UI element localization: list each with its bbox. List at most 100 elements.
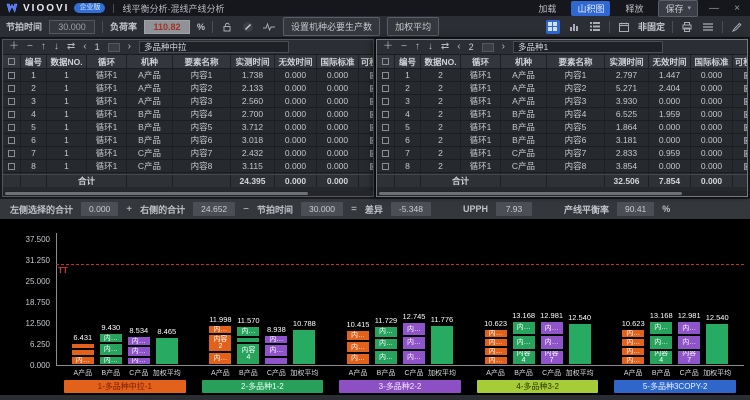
- next-page-icon[interactable]: ›: [128, 42, 131, 52]
- table-row[interactable]: 22循环1A产品内容25.2712.4040.000✓有: [377, 82, 747, 95]
- swap-icon[interactable]: ⇄: [441, 42, 449, 52]
- row-checkbox[interactable]: [3, 108, 21, 120]
- row-checkbox[interactable]: [377, 82, 395, 94]
- col-header[interactable]: 编号: [21, 55, 47, 68]
- col-header[interactable]: 要素名称: [547, 55, 605, 68]
- movable-checkbox[interactable]: ✓: [359, 95, 373, 107]
- col-header[interactable]: 国际标准: [691, 55, 733, 68]
- move-down-icon[interactable]: ↓: [428, 42, 433, 52]
- printer-icon[interactable]: [680, 20, 694, 34]
- movable-checkbox[interactable]: ✓: [733, 121, 747, 133]
- horizontal-scrollbar[interactable]: [3, 191, 373, 196]
- dataset-name-input[interactable]: [139, 41, 289, 53]
- load-button[interactable]: 加载: [532, 1, 562, 16]
- row-checkbox[interactable]: [377, 147, 395, 159]
- brush-icon[interactable]: [730, 20, 744, 34]
- row-checkbox[interactable]: [3, 121, 21, 133]
- prev-page-icon[interactable]: ‹: [457, 42, 460, 52]
- page-box[interactable]: [108, 43, 120, 52]
- col-header[interactable]: 机种: [501, 55, 547, 68]
- weighted-average-button[interactable]: 加权平均: [387, 17, 439, 36]
- remove-row-icon[interactable]: −: [27, 42, 33, 52]
- set-required-production-button[interactable]: 设置机种必要生产数: [283, 17, 380, 36]
- row-checkbox[interactable]: [3, 160, 21, 172]
- view-grid-icon[interactable]: [546, 20, 560, 34]
- move-up-icon[interactable]: ↑: [41, 42, 46, 52]
- col-header[interactable]: 实测时间: [231, 55, 275, 68]
- movable-checkbox[interactable]: ✓: [359, 82, 373, 94]
- fixed-mode-label[interactable]: 非固定: [638, 20, 665, 33]
- edit-pen-icon[interactable]: [241, 20, 255, 34]
- movable-checkbox[interactable]: ✓: [733, 69, 747, 81]
- col-header[interactable]: 编号: [395, 55, 421, 68]
- col-header[interactable]: 无效时间: [275, 55, 317, 68]
- col-header[interactable]: 循环: [461, 55, 501, 68]
- table-row[interactable]: 12循环1A产品内容12.7971.4470.000✓有: [377, 69, 747, 82]
- table-row[interactable]: 41循环1B产品内容42.7000.0000.000✓有: [3, 108, 373, 121]
- row-checkbox[interactable]: [377, 134, 395, 146]
- movable-checkbox[interactable]: ✓: [733, 134, 747, 146]
- col-header[interactable]: 数据NO.: [421, 55, 461, 68]
- minimize-button[interactable]: —: [707, 3, 721, 14]
- col-header[interactable]: 数据NO.: [47, 55, 87, 68]
- movable-checkbox[interactable]: ✓: [359, 69, 373, 81]
- table-row[interactable]: 61循环1B产品内容63.0180.0000.000✓有: [3, 134, 373, 147]
- table-row[interactable]: 31循环1A产品内容32.5600.0000.000✓有: [3, 95, 373, 108]
- view-list-icon[interactable]: [588, 20, 602, 34]
- menu-icon[interactable]: [701, 20, 715, 34]
- movable-checkbox[interactable]: ✓: [359, 147, 373, 159]
- row-checkbox[interactable]: [377, 160, 395, 172]
- horizontal-scrollbar[interactable]: [377, 191, 747, 196]
- table-row[interactable]: 81循环1C产品内容83.1150.0000.000✓有: [3, 160, 373, 173]
- table-row[interactable]: 71循环1C产品内容72.4320.0000.000✓有: [3, 147, 373, 160]
- table-row[interactable]: 62循环1B产品内容63.1810.0000.000✓有: [377, 134, 747, 147]
- movable-checkbox[interactable]: ✓: [359, 160, 373, 172]
- movable-checkbox[interactable]: ✓: [733, 147, 747, 159]
- table-row[interactable]: 72循环1C产品内容72.8330.9590.000✓有: [377, 147, 747, 160]
- table-row[interactable]: 51循环1B产品内容53.7120.0000.000✓有: [3, 121, 373, 134]
- movable-checkbox[interactable]: ✓: [733, 95, 747, 107]
- row-checkbox[interactable]: [3, 82, 21, 94]
- table-row[interactable]: 42循环1B产品内容46.5251.9590.000✓有: [377, 108, 747, 121]
- row-checkbox[interactable]: [3, 69, 21, 81]
- table-row[interactable]: 21循环1A产品内容22.1330.0000.000✓附: [3, 82, 373, 95]
- swap-icon[interactable]: ⇄: [67, 42, 75, 52]
- takt-time-input[interactable]: 30.000: [49, 20, 95, 34]
- add-row-icon[interactable]: ＋: [9, 42, 19, 52]
- release-button[interactable]: 释放: [619, 1, 649, 16]
- lock-icon[interactable]: [220, 20, 234, 34]
- col-header[interactable]: 无效时间: [649, 55, 691, 68]
- row-checkbox[interactable]: [3, 95, 21, 107]
- prev-page-icon[interactable]: ‹: [83, 42, 86, 52]
- stack-chart-button[interactable]: 山积图: [571, 1, 610, 16]
- close-button[interactable]: ×: [730, 3, 744, 14]
- scrollbar-thumb[interactable]: [5, 192, 308, 195]
- movable-checkbox[interactable]: ✓: [359, 108, 373, 120]
- col-header[interactable]: 可移动: [733, 55, 748, 68]
- dataset-name-input[interactable]: [513, 41, 663, 53]
- scrollbar-thumb[interactable]: [379, 192, 682, 195]
- col-header[interactable]: 可移动: [359, 55, 374, 68]
- remove-row-icon[interactable]: −: [401, 42, 407, 52]
- move-up-icon[interactable]: ↑: [415, 42, 420, 52]
- save-dropdown[interactable]: 保存 ▾: [658, 0, 698, 17]
- movable-checkbox[interactable]: ✓: [359, 121, 373, 133]
- next-page-icon[interactable]: ›: [502, 42, 505, 52]
- row-checkbox[interactable]: [377, 69, 395, 81]
- col-header[interactable]: 要素名称: [173, 55, 231, 68]
- waveform-icon[interactable]: [262, 20, 276, 34]
- row-checkbox[interactable]: [3, 134, 21, 146]
- table-row[interactable]: 32循环1A产品内容33.9300.0000.000✓附: [377, 95, 747, 108]
- movable-checkbox[interactable]: ✓: [733, 160, 747, 172]
- row-checkbox[interactable]: [3, 147, 21, 159]
- movable-checkbox[interactable]: ✓: [733, 82, 747, 94]
- row-checkbox[interactable]: [377, 108, 395, 120]
- col-header[interactable]: 国际标准: [317, 55, 359, 68]
- table-row[interactable]: 11循环1A产品内容11.7380.0000.000✓老: [3, 69, 373, 82]
- calendar-icon[interactable]: [617, 20, 631, 34]
- view-chart-icon[interactable]: [567, 20, 581, 34]
- col-header[interactable]: 循环: [87, 55, 127, 68]
- select-all-checkbox[interactable]: [377, 55, 395, 68]
- page-box[interactable]: [482, 43, 494, 52]
- table-row[interactable]: 52循环1B产品内容51.8640.0000.000✓未: [377, 121, 747, 134]
